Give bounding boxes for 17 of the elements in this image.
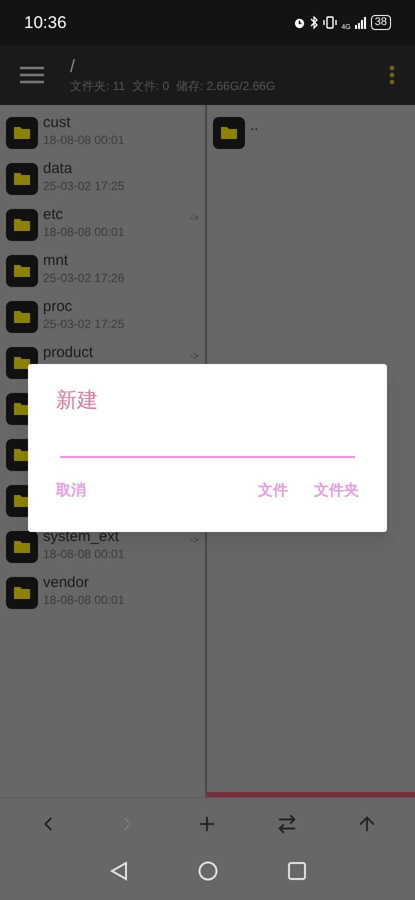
- folder-name: data: [43, 160, 74, 178]
- folder-name: ..: [250, 117, 258, 135]
- folder-name: system_ext: [43, 528, 120, 546]
- folder-name: cust: [43, 114, 72, 132]
- toolbar-title: /: [70, 55, 76, 77]
- link-arrow: ->: [190, 534, 199, 548]
- folder-name: etc: [43, 206, 64, 224]
- link-arrow: ->: [190, 350, 199, 364]
- folder-name: proc: [43, 298, 74, 316]
- folder-name: vendor: [43, 574, 90, 592]
- dialog-title: 新建: [56, 388, 99, 414]
- toolbar-subtitle: 文件夹: 11 文件: 0 储存: 2.66G/2.66G: [70, 78, 276, 95]
- folder-name: product: [43, 344, 94, 362]
- folder-name: mnt: [43, 252, 70, 270]
- link-arrow: ->: [190, 212, 199, 226]
- status-time: 10:36: [24, 12, 67, 34]
- battery-indicator: 38: [370, 15, 391, 30]
